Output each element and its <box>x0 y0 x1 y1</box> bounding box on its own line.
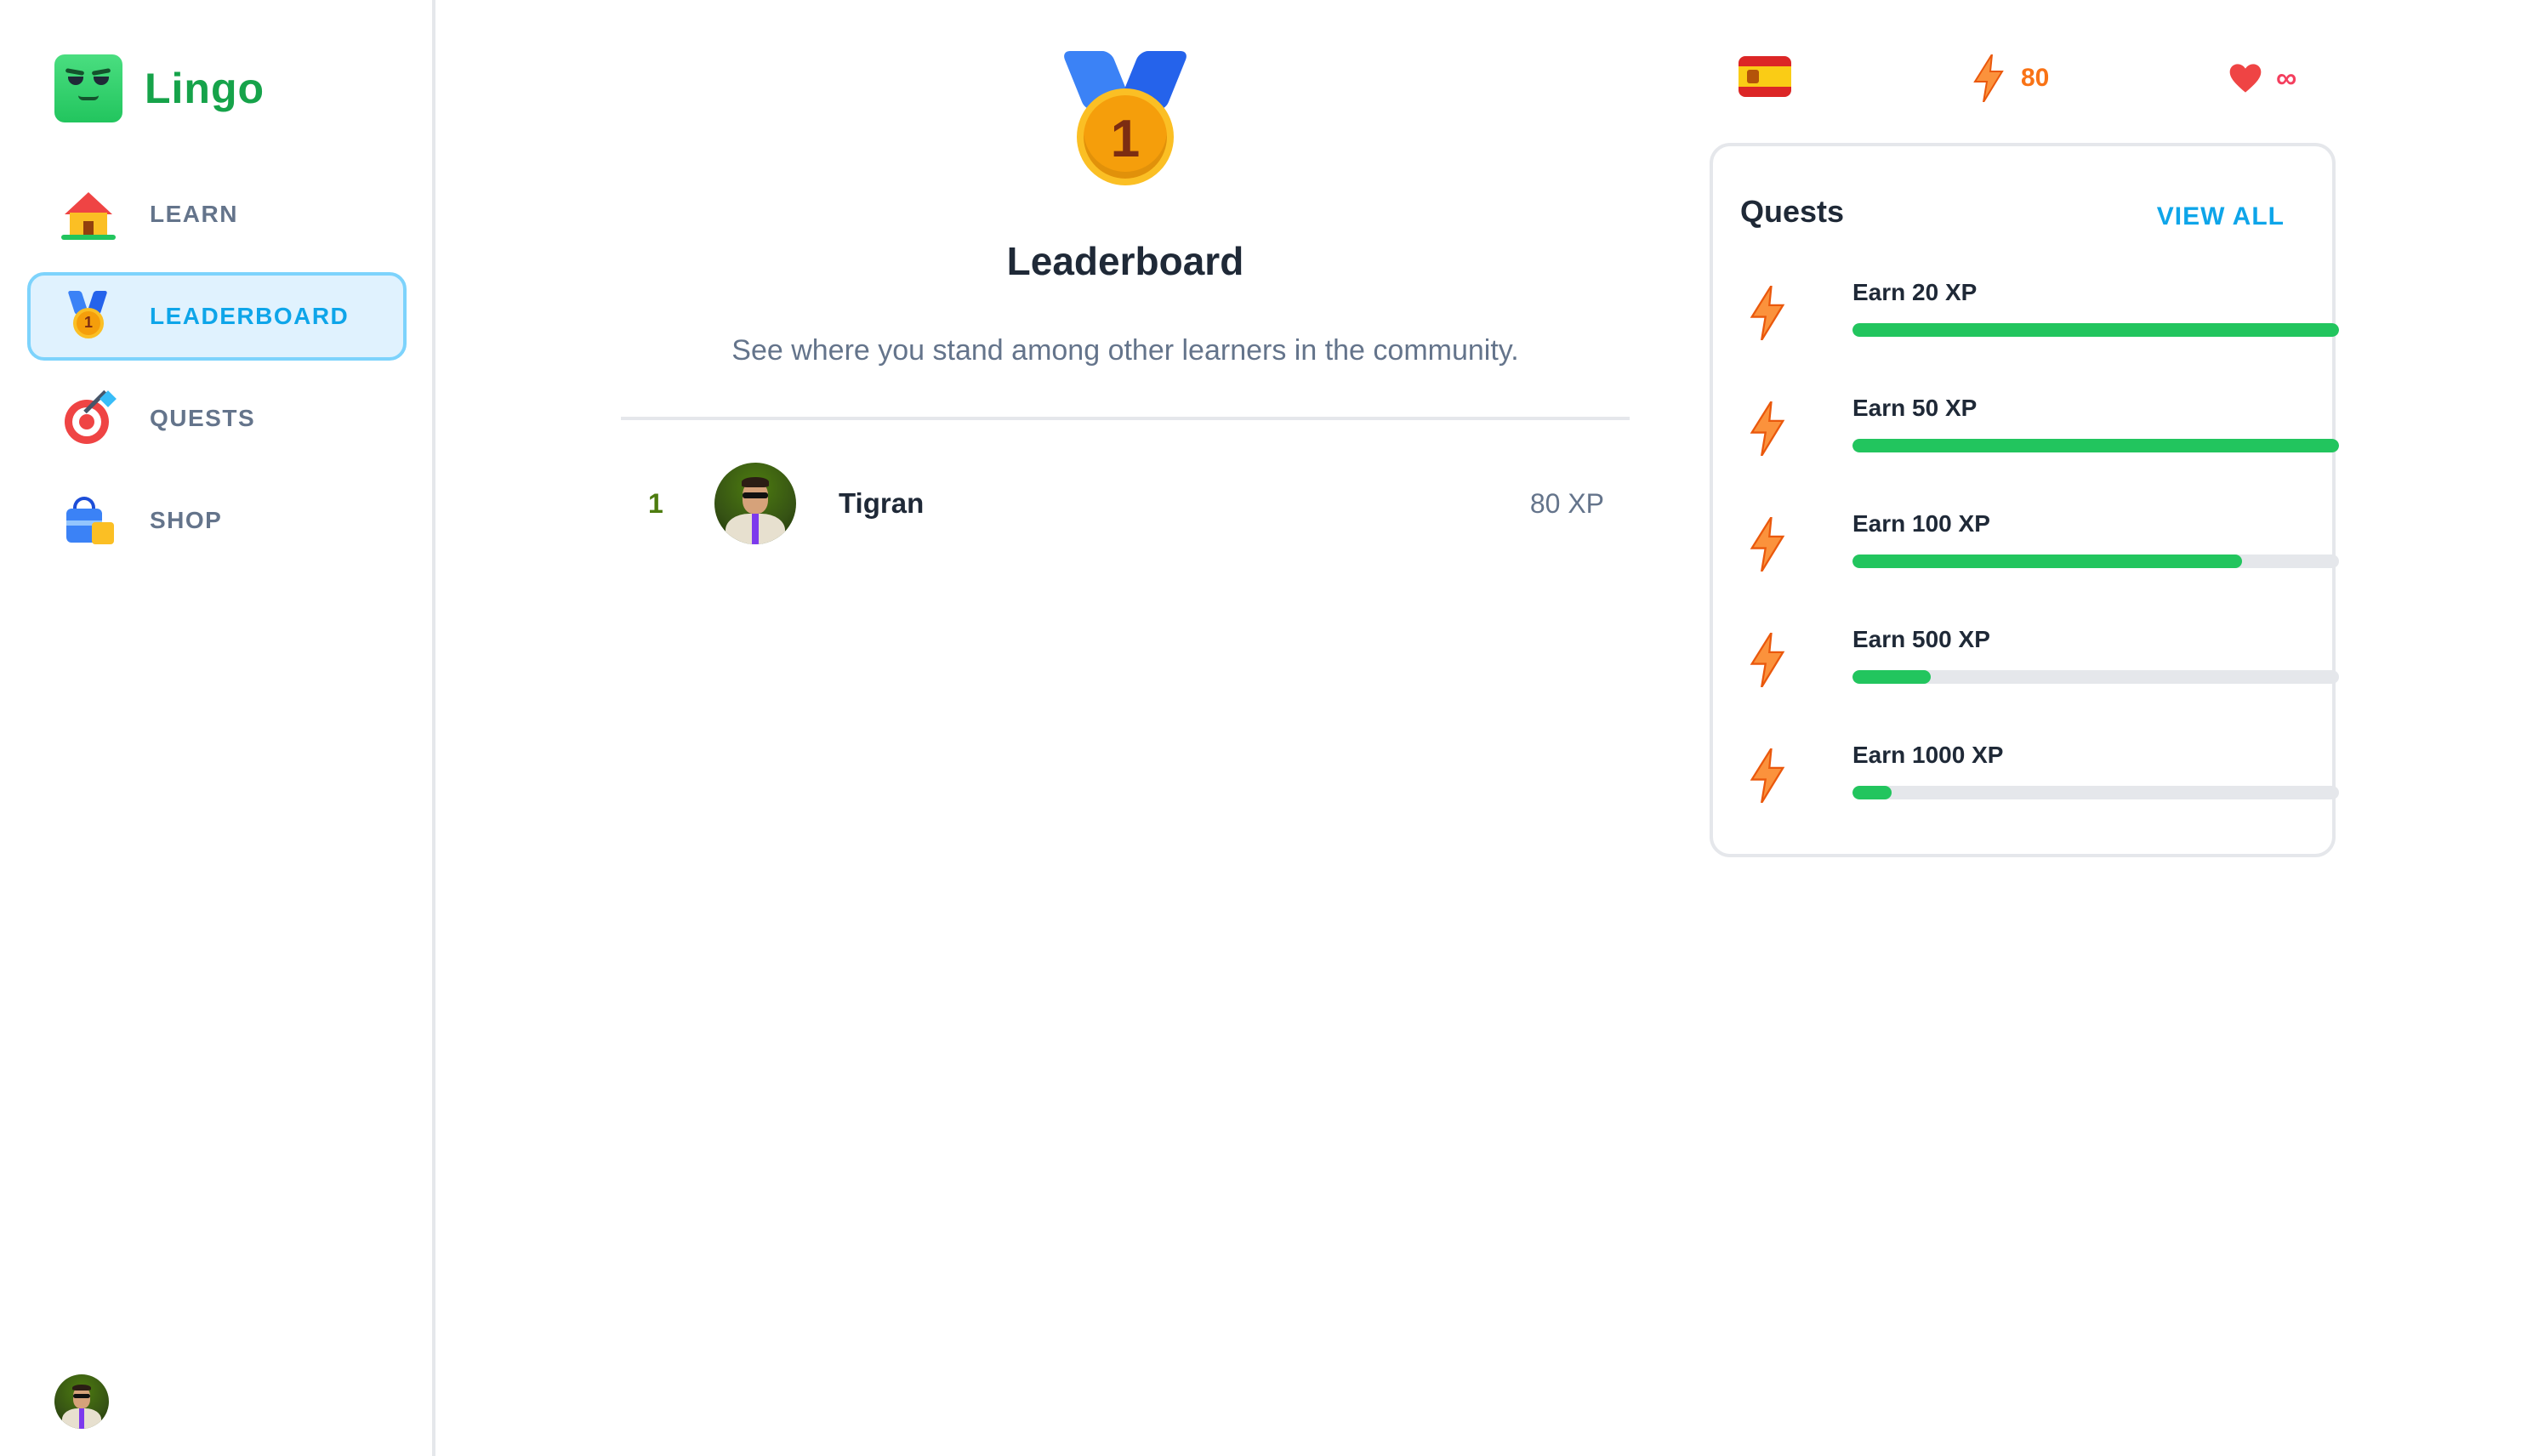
target-icon <box>61 390 117 446</box>
quest-label: Earn 50 XP <box>1852 395 1978 421</box>
quest-label: Earn 1000 XP <box>1852 742 2004 768</box>
hearts-button[interactable]: ∞ <box>2228 51 2296 105</box>
streak-value: 80 <box>2021 64 2050 92</box>
lingo-logo-icon <box>54 54 122 122</box>
sidebar-item-label: LEADERBOARD <box>150 303 350 329</box>
sidebar-item-quests[interactable]: QUESTS <box>27 374 407 463</box>
house-icon <box>61 187 116 242</box>
user-stats-bar: 80 ∞ <box>1735 51 2347 105</box>
sidebar-nav: LEARN 1 LEADERBOARD QUESTS SHOP <box>27 170 407 578</box>
lightning-bolt-icon <box>1750 401 1785 456</box>
lightning-bolt-icon <box>1750 286 1785 340</box>
leaderboard-user-name: Tigran <box>839 487 925 519</box>
sidebar-item-leaderboard[interactable]: 1 LEADERBOARD <box>27 272 407 361</box>
leaderboard-row: 1 Tigran 80 XP <box>621 459 1630 548</box>
quest-item: Earn 100 XP <box>1747 510 2339 595</box>
quests-title: Quests <box>1740 194 1845 229</box>
leaderboard-user-xp: 80 XP <box>1529 487 1604 519</box>
sidebar-item-label: LEARN <box>150 201 238 227</box>
page-subtitle: See where you stand among other learners… <box>731 334 1519 367</box>
lightning-bolt-icon <box>1750 517 1785 572</box>
sidebar: Lingo LEARN 1 LEADERBOARD QUESTS SHOP <box>0 0 435 1456</box>
leaderboard-rank: 1 <box>648 487 663 519</box>
quest-item: Earn 1000 XP <box>1747 742 2339 827</box>
view-all-quests-link[interactable]: VIEW ALL <box>2157 202 2285 231</box>
hearts-value: ∞ <box>2276 61 2297 94</box>
lightning-bolt-icon <box>1750 748 1785 803</box>
sidebar-item-label: SHOP <box>150 507 223 533</box>
heart-icon <box>2229 64 2262 93</box>
quest-label: Earn 100 XP <box>1852 510 1990 537</box>
quest-progress-bar <box>1852 555 2339 568</box>
quest-progress-bar <box>1852 670 2339 684</box>
lightning-bolt-icon <box>1972 54 2006 103</box>
quest-item: Earn 20 XP <box>1747 279 2339 364</box>
spain-flag-icon[interactable] <box>1739 56 1791 97</box>
shopping-bag-icon <box>61 493 116 548</box>
user-avatar-button[interactable] <box>54 1374 109 1429</box>
sidebar-item-learn[interactable]: LEARN <box>27 170 407 259</box>
avatar <box>714 463 796 544</box>
quests-card: Quests VIEW ALL Earn 20 XP Earn 50 XP Ea… <box>1710 143 2339 857</box>
leaderboard-medal-icon: 1 <box>1061 51 1190 187</box>
sidebar-item-label: QUESTS <box>150 405 256 431</box>
quest-item: Earn 500 XP <box>1747 626 2339 711</box>
lightning-bolt-icon <box>1750 633 1785 687</box>
quest-progress-bar <box>1852 786 2339 799</box>
divider <box>621 417 1630 420</box>
medal-icon: 1 <box>61 289 116 344</box>
brand[interactable]: Lingo <box>54 54 265 122</box>
app-root: Lingo LEARN 1 LEADERBOARD QUESTS SHOP 1 … <box>0 0 2521 1456</box>
quest-label: Earn 20 XP <box>1852 279 1978 305</box>
quest-item: Earn 50 XP <box>1747 395 2339 480</box>
sidebar-item-shop[interactable]: SHOP <box>27 476 407 565</box>
page-title: Leaderboard <box>1006 239 1244 283</box>
quest-label: Earn 500 XP <box>1852 626 1990 652</box>
quest-progress-bar <box>1852 439 2339 452</box>
brand-name: Lingo <box>145 65 265 112</box>
streak-points-button[interactable]: 80 <box>1972 51 2049 105</box>
quest-progress-bar <box>1852 323 2339 337</box>
